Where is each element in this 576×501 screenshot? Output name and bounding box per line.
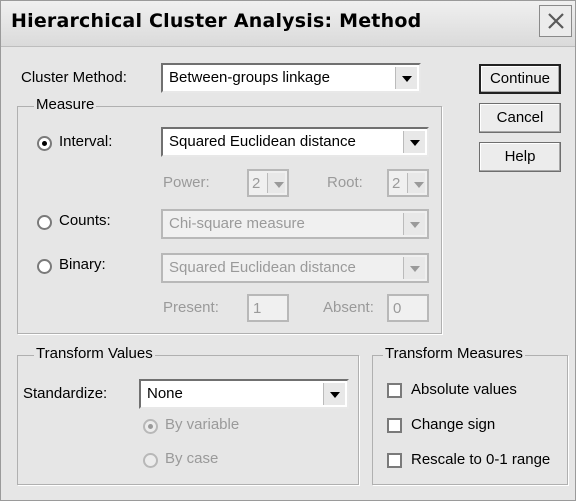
close-button[interactable] (539, 5, 572, 37)
interval-measure-value: Squared Euclidean distance (169, 133, 356, 150)
cluster-method-value: Between-groups linkage (169, 69, 330, 86)
standardize-value: None (147, 385, 183, 402)
dialog-window: Hierarchical Cluster Analysis: Method Cl… (0, 0, 576, 501)
chevron-down-icon[interactable] (403, 213, 425, 235)
interval-measure-dropdown[interactable]: Squared Euclidean distance (161, 127, 429, 157)
rescale-label[interactable]: Rescale to 0-1 range (411, 451, 550, 468)
by-variable-radio[interactable] (143, 419, 158, 434)
change-sign-checkbox[interactable] (387, 418, 402, 433)
absent-label: Absent: (323, 299, 374, 316)
present-label: Present: (163, 299, 219, 316)
change-sign-label[interactable]: Change sign (411, 416, 495, 433)
cluster-method-dropdown[interactable]: Between-groups linkage (161, 63, 421, 93)
rescale-checkbox[interactable] (387, 453, 402, 468)
counts-measure-dropdown[interactable]: Chi-square measure (161, 209, 429, 239)
counts-radio[interactable] (37, 215, 52, 230)
root-label: Root: (327, 174, 363, 191)
standardize-dropdown[interactable]: None (139, 379, 349, 409)
root-value: 2 (392, 175, 401, 192)
power-dropdown[interactable]: 2 (247, 169, 289, 197)
absent-field[interactable]: 0 (387, 294, 429, 322)
continue-button[interactable]: Continue (479, 64, 561, 94)
chevron-down-icon[interactable] (403, 257, 425, 279)
cancel-button[interactable]: Cancel (479, 103, 561, 133)
measure-legend: Measure (34, 96, 97, 113)
chevron-down-icon[interactable] (267, 173, 285, 193)
by-case-radio[interactable] (143, 453, 158, 468)
binary-radio[interactable] (37, 259, 52, 274)
absolute-values-checkbox[interactable] (387, 383, 402, 398)
chevron-down-icon[interactable] (395, 67, 417, 89)
window-title: Hierarchical Cluster Analysis: Method (11, 10, 422, 32)
absent-value: 0 (393, 300, 402, 317)
cluster-method-label: Cluster Method: (21, 69, 127, 86)
power-value: 2 (252, 175, 261, 192)
close-icon (548, 13, 564, 29)
interval-radio[interactable] (37, 136, 52, 151)
counts-measure-value: Chi-square measure (169, 215, 305, 232)
standardize-label: Standardize: (23, 385, 108, 402)
root-dropdown[interactable]: 2 (387, 169, 429, 197)
title-bar[interactable]: Hierarchical Cluster Analysis: Method (1, 1, 575, 47)
absolute-values-label[interactable]: Absolute values (411, 381, 517, 398)
chevron-down-icon[interactable] (407, 173, 425, 193)
transform-values-legend: Transform Values (34, 345, 155, 362)
help-button[interactable]: Help (479, 142, 561, 172)
binary-measure-value: Squared Euclidean distance (169, 259, 356, 276)
chevron-down-icon[interactable] (323, 383, 345, 405)
present-field[interactable]: 1 (247, 294, 289, 322)
chevron-down-icon[interactable] (403, 131, 425, 153)
transform-measures-legend: Transform Measures (383, 345, 525, 362)
counts-label[interactable]: Counts: (59, 212, 111, 229)
interval-label[interactable]: Interval: (59, 133, 112, 150)
power-label: Power: (163, 174, 210, 191)
by-case-label[interactable]: By case (165, 450, 218, 467)
present-value: 1 (253, 300, 262, 317)
by-variable-label[interactable]: By variable (165, 416, 239, 433)
binary-label[interactable]: Binary: (59, 256, 106, 273)
binary-measure-dropdown[interactable]: Squared Euclidean distance (161, 253, 429, 283)
